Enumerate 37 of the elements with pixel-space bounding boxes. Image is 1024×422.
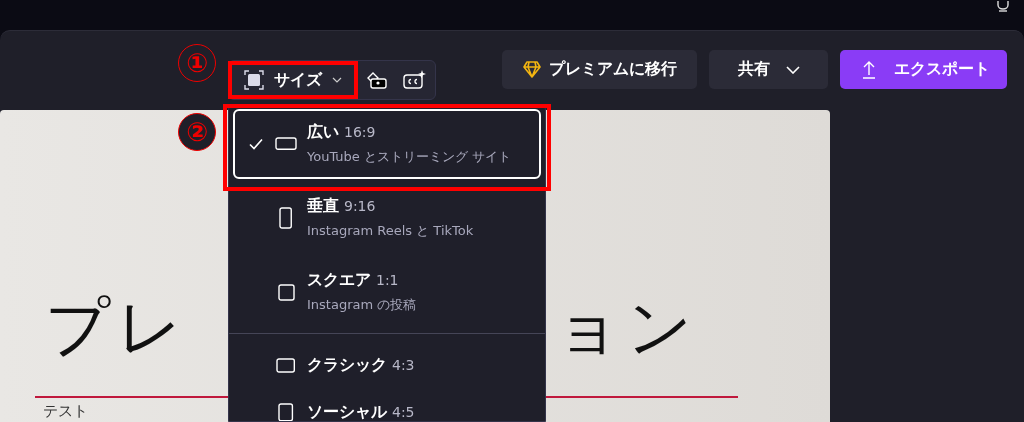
- aspect-ratio: 4:5: [392, 404, 415, 420]
- export-button[interactable]: エクスポート: [840, 50, 1007, 89]
- option-label: 広い: [307, 122, 339, 143]
- aspect-ratio: 4:3: [392, 357, 415, 373]
- upload-icon: [861, 60, 876, 79]
- size-button[interactable]: サイズ: [229, 62, 357, 98]
- option-label: 垂直: [307, 196, 339, 217]
- size-option[interactable]: ソーシャル 4:5: [233, 391, 541, 421]
- option-description: Instagram Reels と TikTok: [307, 222, 474, 240]
- slide-subtitle: テスト: [43, 403, 88, 420]
- size-option[interactable]: 垂直 9:16 Instagram Reels と TikTok: [233, 183, 541, 253]
- diamond-icon: [522, 61, 541, 78]
- aspect-ratio-icon: [275, 137, 297, 151]
- chevron-down-icon: [332, 77, 342, 83]
- chevron-down-icon: [785, 65, 800, 74]
- option-description: Instagram の投稿: [307, 296, 417, 314]
- premium-button[interactable]: プレミアムに移行: [502, 50, 697, 89]
- share-button[interactable]: 共有: [709, 50, 828, 89]
- aspect-ratio-icon: [277, 283, 295, 301]
- option-label: ソーシャル: [307, 402, 387, 421]
- aspect-ratio-icon: [276, 358, 296, 373]
- user-icon[interactable]: [996, 0, 1010, 12]
- size-option[interactable]: 広い 16:9 YouTube とストリーミング サイト: [233, 109, 541, 179]
- slide-title: プレ: [45, 295, 189, 359]
- aspect-ratio: 9:16: [344, 198, 376, 214]
- check-icon: [249, 138, 263, 150]
- frame-icon: [244, 70, 264, 90]
- option-label: スクエア: [307, 270, 371, 291]
- aspect-ratio-icon: [278, 403, 294, 421]
- option-description: YouTube とストリーミング サイト: [307, 148, 512, 166]
- aspect-ratio: 16:9: [344, 124, 376, 140]
- size-option[interactable]: クラシック 4:3: [233, 344, 541, 387]
- option-label: クラシック: [307, 355, 387, 376]
- aspect-ratio-icon: [279, 207, 293, 229]
- slide-title: ョン: [555, 295, 699, 359]
- aspect-ratio: 1:1: [376, 272, 399, 288]
- size-option[interactable]: スクエア 1:1 Instagram の投稿: [233, 257, 541, 327]
